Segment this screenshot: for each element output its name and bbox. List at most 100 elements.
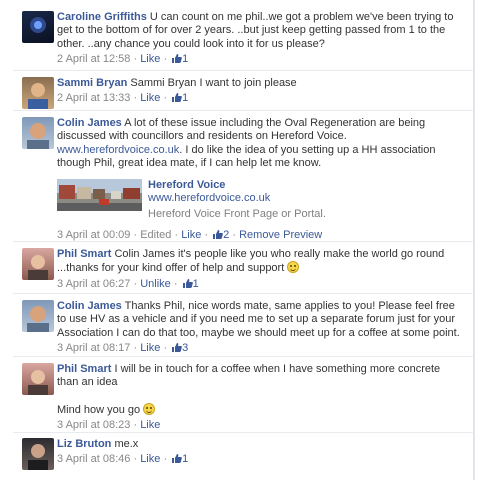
link-preview-url[interactable]: www.herefordvoice.co.uk: [148, 192, 270, 204]
comment-author[interactable]: Colin James: [57, 300, 122, 312]
avatar-image: [28, 444, 48, 470]
smiley-emoticon-icon: [287, 261, 300, 274]
like-link[interactable]: Like: [140, 92, 160, 104]
comment-body: Phil Smart I will be in touch for a coff…: [57, 363, 463, 432]
divider: [13, 293, 474, 294]
avatar[interactable]: [22, 300, 54, 332]
comment-author[interactable]: Caroline Griffiths: [57, 11, 147, 23]
comment-author[interactable]: Phil Smart: [57, 248, 111, 260]
meta-separator: ·: [133, 92, 138, 105]
thumbs-up-icon: [172, 53, 183, 63]
like-count[interactable]: 2: [211, 229, 229, 241]
remove-preview-link[interactable]: Remove Preview: [239, 229, 322, 241]
like-count[interactable]: 1: [170, 92, 188, 104]
smiley-emoticon-icon: [143, 402, 156, 415]
like-count-value: 1: [182, 52, 189, 65]
comment-author[interactable]: Liz Bruton: [57, 438, 111, 450]
comment-author[interactable]: Sammi Bryan: [57, 77, 127, 89]
like-count-value: 1: [182, 92, 189, 105]
like-link[interactable]: Like: [181, 229, 201, 241]
avatar[interactable]: [22, 363, 54, 395]
meta-separator: ·: [133, 52, 138, 65]
comment: Phil Smart I will be in touch for a coff…: [13, 363, 463, 431]
avatar-image: [30, 17, 46, 33]
avatar[interactable]: [22, 77, 54, 109]
comment-body: Caroline Griffiths U can count on me phi…: [57, 11, 463, 66]
thumbs-up-icon: [213, 230, 224, 239]
like-link[interactable]: Like: [140, 342, 160, 354]
like-count-value: 2: [223, 229, 230, 241]
comment-time[interactable]: 2 April at 13:33: [57, 92, 130, 104]
avatar[interactable]: [22, 11, 54, 43]
meta-separator: ·: [133, 453, 138, 466]
comment-text: Colin James it's people like you who rea…: [57, 248, 445, 275]
comment-author[interactable]: Phil Smart: [57, 363, 111, 375]
comment-meta: 3 April at 08:17 · Like · 3: [57, 342, 463, 355]
like-count-value: 3: [182, 341, 189, 354]
like-link[interactable]: Like: [140, 419, 160, 431]
avatar[interactable]: [22, 438, 54, 470]
meta-separator: ·: [174, 229, 179, 241]
comment: Colin James Thanks Phil, nice words mate…: [13, 300, 463, 356]
like-count[interactable]: 1: [170, 53, 188, 65]
comment: Sammi Bryan Sammi Bryan I want to join p…: [13, 77, 463, 111]
avatar[interactable]: [22, 248, 54, 280]
thumbs-up-icon: [172, 454, 183, 464]
link-preview-title[interactable]: Hereford Voice: [148, 179, 225, 191]
like-count-value: 1: [192, 277, 199, 290]
comment-link[interactable]: www.herefordvoice.co.uk: [57, 144, 179, 156]
like-count-value: 1: [182, 453, 189, 466]
link-preview[interactable]: Hereford Voice www.herefordvoice.co.uk H…: [57, 179, 377, 223]
meta-separator: ·: [232, 229, 237, 241]
like-count[interactable]: 3: [170, 342, 188, 354]
meta-separator: ·: [204, 229, 209, 241]
comment-body: Colin James A lot of these issue includi…: [57, 117, 463, 170]
like-count[interactable]: 1: [170, 453, 188, 465]
edited-label[interactable]: Edited: [140, 229, 171, 241]
comment-meta: 2 April at 13:33 · Like · 1: [57, 92, 463, 105]
avatar-image: [28, 255, 48, 280]
like-link[interactable]: Like: [140, 53, 160, 65]
thumbs-up-icon: [172, 93, 183, 103]
comment-time[interactable]: 3 April at 08:17: [57, 342, 130, 354]
avatar[interactable]: [22, 117, 54, 149]
link-preview-image[interactable]: [57, 179, 142, 211]
meta-separator: ·: [173, 277, 178, 290]
thumbs-up-icon: [182, 278, 193, 288]
comment-text: I will be in touch for a coffee when I h…: [57, 363, 441, 389]
meta-separator: ·: [133, 277, 138, 290]
unlike-link[interactable]: Unlike: [140, 278, 171, 290]
like-link[interactable]: Like: [140, 453, 160, 465]
like-count[interactable]: 1: [181, 278, 199, 290]
divider: [13, 432, 474, 433]
comment-meta: 3 April at 08:23 · Like: [57, 419, 463, 432]
preview-thumbnail: [57, 179, 142, 211]
comment-time[interactable]: 3 April at 00:09: [57, 229, 130, 241]
divider: [13, 70, 474, 71]
comment-time[interactable]: 3 April at 06:27: [57, 278, 130, 290]
comment: Caroline Griffiths U can count on me phi…: [13, 11, 463, 71]
meta-separator: ·: [163, 92, 168, 105]
comment-author[interactable]: Colin James: [57, 117, 122, 129]
scroll-gutter[interactable]: [474, 0, 487, 480]
meta-separator: ·: [163, 52, 168, 65]
comment: Phil Smart Colin James it's people like …: [13, 248, 463, 294]
comment-meta: 3 April at 06:27 · Unlike · 1: [57, 278, 463, 291]
comment-body: Phil Smart Colin James it's people like …: [57, 248, 463, 291]
comment-body: Liz Bruton me.x 3 April at 08:46 · Like …: [57, 438, 463, 466]
comment-text-second: Mind how you go: [57, 402, 463, 417]
meta-separator: ·: [163, 341, 168, 354]
comment-time[interactable]: 2 April at 12:58: [57, 53, 130, 65]
divider: [13, 110, 474, 111]
avatar-image: [27, 306, 49, 332]
avatar-image: [27, 123, 49, 149]
thumbs-up-icon: [172, 342, 183, 352]
comment: Colin James A lot of these issue includi…: [13, 117, 463, 241]
avatar-image: [28, 370, 48, 395]
comment: Liz Bruton me.x 3 April at 08:46 · Like …: [13, 438, 463, 472]
comment-body: Colin James Thanks Phil, nice words mate…: [57, 300, 463, 355]
comment-time[interactable]: 3 April at 08:46: [57, 453, 130, 465]
comment-text-second-value: Mind how you go: [57, 403, 141, 416]
comment-meta: 2 April at 12:58 · Like · 1: [57, 53, 463, 66]
comment-time[interactable]: 3 April at 08:23: [57, 419, 130, 431]
